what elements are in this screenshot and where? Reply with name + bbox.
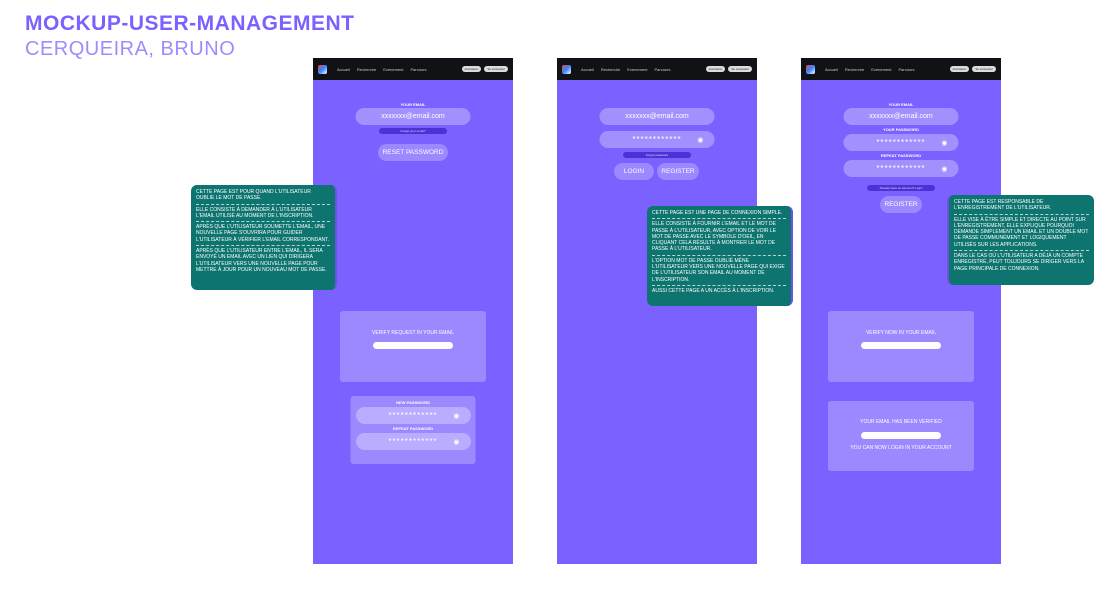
navbar: Accueil Recherche Evenement Parcours Ins… xyxy=(801,58,1001,80)
password-mask: ************ xyxy=(388,411,438,420)
nav-accueil[interactable]: Accueil xyxy=(825,67,838,72)
forgot-email-link[interactable]: Forgot your email? xyxy=(379,128,447,134)
register-note: CETTE PAGE EST RESPONSABLE DE L'ENREGIST… xyxy=(947,195,1094,285)
verify-bar xyxy=(373,342,453,349)
note-paragraph: APRÈS QUE L'UTILISATEUR ENTRE L'EMAIL, I… xyxy=(196,248,327,273)
note-paragraph: CETTE PAGE EST POUR QUAND L'UTILISATEUR … xyxy=(196,189,330,205)
eye-icon[interactable]: ◉ xyxy=(697,136,704,144)
repeat-password-label: REPEAT PASSWORD xyxy=(392,426,434,431)
note-paragraph: ELLE VISE À ÊTRE SIMPLE ET DIRECTE AU PO… xyxy=(954,217,1089,252)
nav-parcours[interactable]: Parcours xyxy=(654,67,670,72)
author: CERQUEIRA, BRUNO xyxy=(25,38,236,60)
signup-button[interactable]: Inscription xyxy=(705,66,726,72)
email-verified-card: YOUR EMAIL HAS BEEN VERIFIED YOU CAN NOW… xyxy=(828,401,974,471)
eye-icon[interactable]: ◉ xyxy=(941,139,948,147)
signup-button[interactable]: Inscription xyxy=(949,66,970,72)
login-button[interactable]: LOGIN xyxy=(614,163,654,180)
nav-recherche[interactable]: Recherche xyxy=(845,67,864,72)
new-password-card: NEW PASSWORD ************ ◉ REPEAT PASSWO… xyxy=(350,396,476,464)
email-label: YOUR EMAIL xyxy=(400,102,426,107)
verify-text: VERIFY NOW IN YOUR EMAIL xyxy=(865,330,937,336)
signin-button[interactable]: Se connecter xyxy=(484,66,508,72)
forgot-password-link[interactable]: Forgot password xyxy=(623,152,691,158)
new-password-field[interactable]: ************ ◉ xyxy=(355,407,471,424)
logo-icon xyxy=(318,64,327,74)
verified-text: YOUR EMAIL HAS BEEN VERIFIED xyxy=(860,419,942,425)
nav-evenement[interactable]: Evenement xyxy=(871,67,891,72)
nav-accueil[interactable]: Accueil xyxy=(581,67,594,72)
password-field[interactable]: ************ ◉ xyxy=(843,134,959,151)
password-label: YOUR PASSWORD xyxy=(883,127,919,132)
register-mockup: Accueil Recherche Evenement Parcours Ins… xyxy=(801,58,1001,564)
navbar: Accueil Recherche Evenement Parcours Ins… xyxy=(557,58,757,80)
note-paragraph: ELLE CONSISTE À DEMANDER À L'UTILISATEUR… xyxy=(196,207,330,223)
email-field[interactable]: xxxxxxx@email.com xyxy=(843,108,959,125)
register-button[interactable]: REGISTER xyxy=(880,196,922,213)
logo-icon xyxy=(806,64,815,74)
eye-icon[interactable]: ◉ xyxy=(453,438,460,446)
verify-text: VERIFY REQUEST IN YOUR EMAIL xyxy=(372,330,454,336)
note-paragraph: CETTE PAGE EST RESPONSABLE DE L'ENREGIST… xyxy=(954,199,1089,215)
nav-evenement[interactable]: Evenement xyxy=(627,67,647,72)
verify-request-card: VERIFY REQUEST IN YOUR EMAIL xyxy=(340,311,486,382)
reset-password-mockup: Accueil Recherche Evenement Parcours Ins… xyxy=(313,58,513,564)
password-mask: ************ xyxy=(876,138,926,147)
note-paragraph: DANS LE CAS OÙ L'UTILISATEUR A DÉJÀ UN C… xyxy=(954,253,1084,272)
note-paragraph: APRÈS QUE L'UTILISATEUR SOUMETTE L'EMAIL… xyxy=(196,224,330,247)
note-paragraph: L'OPTION MOT DE PASSE OUBLIÉ MÈNE L'UTIL… xyxy=(652,258,786,286)
nav-accueil[interactable]: Accueil xyxy=(337,67,350,72)
verified-bar xyxy=(861,432,941,439)
eye-icon[interactable]: ◉ xyxy=(453,412,460,420)
email-field[interactable]: xxxxxxx@email.com xyxy=(599,108,715,125)
password-mask: ************ xyxy=(876,164,926,173)
register-button[interactable]: REGISTER xyxy=(657,163,699,180)
note-paragraph: ELLE CONSISTE À FOURNIR L'EMAIL ET LE MO… xyxy=(652,221,786,256)
page-title: MOCKUP-USER-MANAGEMENT xyxy=(25,12,355,35)
email-label: YOUR EMAIL xyxy=(888,102,914,107)
signin-button[interactable]: Se connecter xyxy=(972,66,996,72)
nav-recherche[interactable]: Recherche xyxy=(357,67,376,72)
signin-button[interactable]: Se connecter xyxy=(728,66,752,72)
nav-parcours[interactable]: Parcours xyxy=(898,67,914,72)
login-now-text: YOU CAN NOW LOGIN IN YOUR ACCOUNT xyxy=(850,445,952,451)
nav-parcours[interactable]: Parcours xyxy=(410,67,426,72)
repeat-password-field[interactable]: ************ ◉ xyxy=(843,160,959,177)
navbar: Accueil Recherche Evenement Parcours Ins… xyxy=(313,58,513,80)
repeat-password-label: REPEAT PASSWORD xyxy=(880,153,922,158)
reset-note: CETTE PAGE EST POUR QUAND L'UTILISATEUR … xyxy=(191,185,337,290)
note-paragraph: CETTE PAGE EST UNE PAGE DE CONNEXION SIM… xyxy=(652,210,786,220)
verify-now-card: VERIFY NOW IN YOUR EMAIL xyxy=(828,311,974,382)
repeat-password-field[interactable]: ************ ◉ xyxy=(355,433,471,450)
eye-icon[interactable]: ◉ xyxy=(941,165,948,173)
reset-password-button[interactable]: RESET PASSWORD xyxy=(378,144,448,161)
logo-icon xyxy=(562,64,571,74)
password-mask: ************ xyxy=(632,135,682,144)
note-paragraph: AUSSI CETTE PAGE A UN ACCÈS À L'INSCRIPT… xyxy=(652,287,775,294)
password-mask: ************ xyxy=(388,437,438,446)
login-mockup: Accueil Recherche Evenement Parcours Ins… xyxy=(557,58,757,564)
login-link[interactable]: Already have an account? Login xyxy=(867,185,935,191)
login-note: CETTE PAGE EST UNE PAGE DE CONNEXION SIM… xyxy=(647,206,793,306)
signup-button[interactable]: Inscription xyxy=(461,66,482,72)
nav-recherche[interactable]: Recherche xyxy=(601,67,620,72)
nav-evenement[interactable]: Evenement xyxy=(383,67,403,72)
new-password-label: NEW PASSWORD xyxy=(396,400,430,405)
verify-bar xyxy=(861,342,941,349)
password-field[interactable]: ************ ◉ xyxy=(599,131,715,148)
email-field[interactable]: xxxxxxx@email.com xyxy=(355,108,471,125)
